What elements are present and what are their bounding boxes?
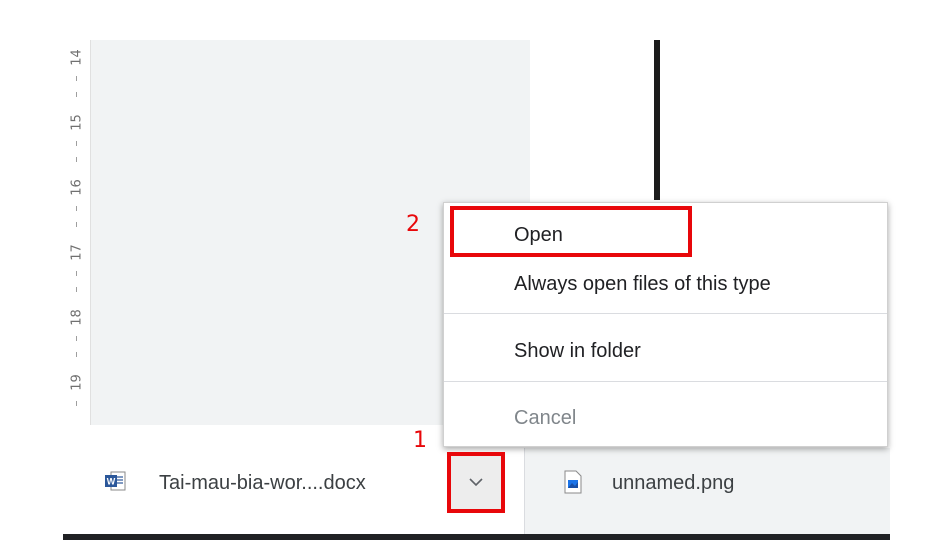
ruler-number: 14 [69,49,85,66]
menu-item-show-in-folder[interactable]: Show in folder [514,340,641,363]
download-item-filename[interactable]: unnamed.png [612,472,734,495]
shelf-bottom-edge [63,534,890,540]
annotation-box-open [450,206,692,257]
ruler-tick [76,76,77,81]
ruler-number: 15 [69,114,85,131]
ruler-divider [90,40,91,425]
ruler-number: 16 [69,179,85,196]
download-item-filename[interactable]: Tai-mau-bia-wor....docx [159,472,366,495]
ruler-tick [76,401,77,406]
download-item-divider [524,448,525,534]
ruler-tick [76,92,77,97]
ruler-number: 18 [69,309,85,326]
menu-separator [444,381,887,382]
annotation-step-1: 1 [413,428,427,453]
ruler-number: 17 [69,244,85,261]
image-file-icon [563,470,583,494]
svg-text:W: W [107,477,116,487]
annotation-step-2: 2 [406,212,420,237]
menu-separator [444,313,887,314]
ruler-tick [76,222,77,227]
ruler-tick [76,271,77,276]
annotation-box-menu-button [447,452,505,513]
ruler-tick [76,336,77,341]
menu-item-always-open[interactable]: Always open files of this type [514,273,771,296]
vertical-ruler: 14 15 16 17 18 19 [63,40,91,425]
ruler-tick [76,141,77,146]
ruler-number: 19 [69,374,85,391]
ruler-tick [76,157,77,162]
ruler-tick [76,287,77,292]
word-doc-icon: W [104,470,126,492]
menu-item-cancel[interactable]: Cancel [514,407,576,430]
ruler-tick [76,206,77,211]
ruler-tick [76,352,77,357]
dark-vertical-bar [654,40,660,200]
